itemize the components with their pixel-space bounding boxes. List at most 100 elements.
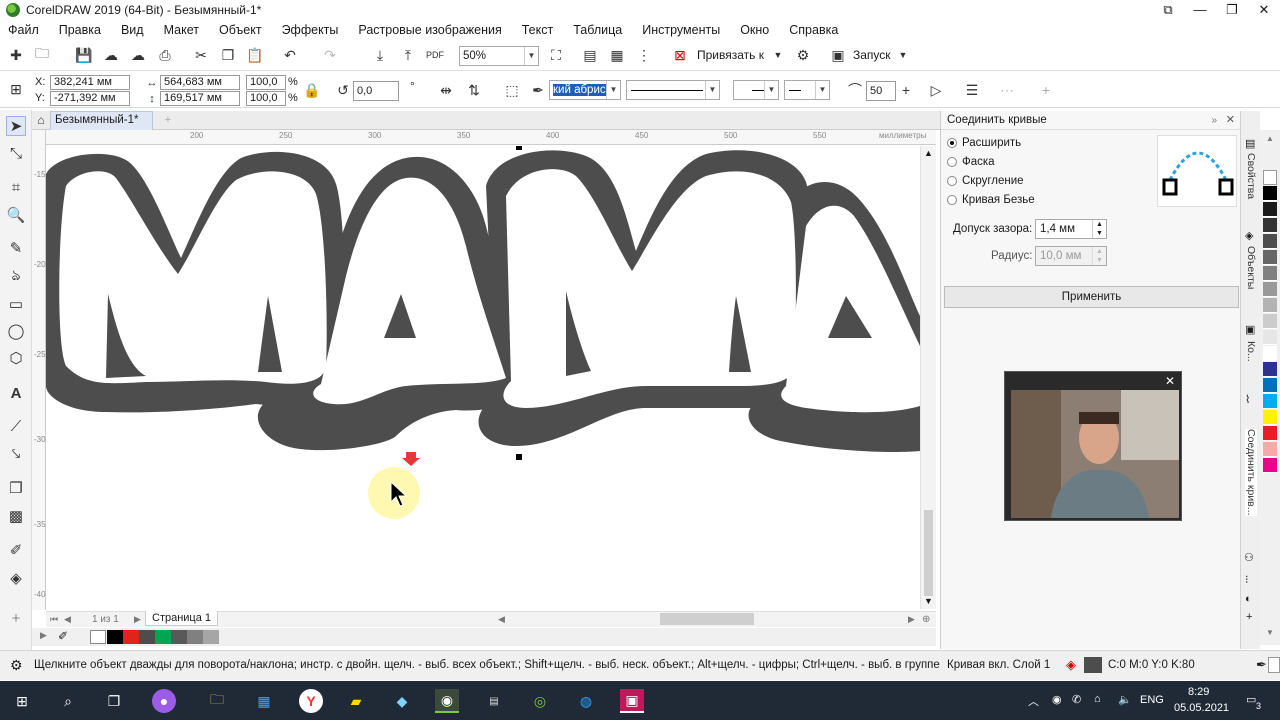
menu-layout[interactable]: Макет [164,23,211,37]
x-position-field[interactable]: 382,241 мм [50,75,130,90]
cloud-download-icon[interactable]: ☁ [128,45,148,65]
vertical-scrollbar[interactable]: ▲ ▼ [920,146,936,609]
tray-chevron-icon[interactable]: ︿ [1028,693,1039,709]
cut-icon[interactable]: ✂ [191,45,211,65]
guidelines-toggle-icon[interactable]: ⋮ [634,45,654,65]
palette-swatch[interactable] [1263,218,1277,233]
outline-swatch[interactable] [1268,657,1280,673]
apply-button[interactable]: Применить [944,286,1239,308]
properties-tab-icon[interactable]: ▤ [1245,137,1255,150]
page-tab[interactable]: Страница 1 [145,611,219,626]
menu-table[interactable]: Таблица [573,23,634,37]
outline-width-combo[interactable]: кий абрис ▼ [549,80,621,100]
palette-swatch[interactable] [1263,234,1277,249]
first-page-icon[interactable]: ⏮ [50,614,58,625]
menu-window[interactable]: Окно [740,23,781,37]
zoom-fit-icon[interactable]: ⛶ [546,45,566,65]
alice-assistant-icon[interactable]: ● [152,689,176,713]
document-tab[interactable]: Безымянный-1* [50,111,154,130]
clock-date[interactable]: 05.05.2021 [1174,702,1229,714]
palette-black[interactable] [1263,186,1277,201]
snap-off-icon[interactable]: ⊠ [670,45,690,65]
artistic-media-icon[interactable]: ঌ [6,266,26,286]
add-tool-icon[interactable]: + [6,608,26,628]
rulers-toggle-icon[interactable]: ▤ [580,45,600,65]
menu-help[interactable]: Справка [789,23,850,37]
grid-toggle-icon[interactable]: ▦ [607,45,627,65]
status-gear-icon[interactable]: ⚙ [10,657,23,674]
yandex-browser-icon[interactable]: Y [299,689,323,713]
viber-icon[interactable]: ✆ [1072,693,1081,706]
docker-close-icon[interactable]: ✕ [1226,111,1235,130]
interactive-fill-icon[interactable]: ◈ [6,568,26,588]
smoothing-field[interactable]: 50 [866,81,896,101]
scroll-down-icon[interactable]: ▼ [924,596,933,606]
chevron-down-icon[interactable]: ▼ [768,45,788,65]
y-position-field[interactable]: -271,392 мм [50,91,130,106]
app-icon-green[interactable]: ◎ [528,689,552,713]
palette-scroll-up-icon[interactable]: ▲ [1266,134,1274,143]
palette-swatch[interactable] [1263,298,1277,313]
option-chamfer[interactable]: Фаска [947,156,995,168]
join-tab-icon[interactable]: ⌇ [1245,393,1250,406]
zoom-combo[interactable]: 50% ▼ [459,46,539,66]
new-document-icon[interactable]: ✚ [6,45,26,65]
palette-swatch[interactable] [1263,442,1277,457]
tab-color[interactable]: Ко... [1245,341,1257,362]
menu-view[interactable]: Вид [121,23,156,37]
copy-icon[interactable]: ❐ [218,45,238,65]
fill-swatch[interactable] [1084,657,1102,673]
palette-swatch[interactable] [1263,378,1277,393]
swatch-light-gray[interactable] [203,630,219,644]
launch-label[interactable]: Запуск [853,48,891,62]
navigator-zoom-icon[interactable]: ⊕ [922,614,930,625]
task-view-icon[interactable]: ❐ [102,689,126,713]
mirror-vertical-icon[interactable]: ⇅ [464,80,484,100]
tab-join-curves[interactable]: Соединить крив... [1245,429,1257,516]
launch-app-icon[interactable]: ▣ [828,45,848,65]
clock-time[interactable]: 8:29 [1188,686,1209,698]
redo-icon[interactable]: ↷ [320,45,340,65]
polygon-tool-icon[interactable]: ⬡ [6,348,26,368]
add-docker-icon[interactable]: + [1246,611,1252,623]
menu-file[interactable]: Файл [8,23,51,37]
search-icon[interactable]: ⌕ [56,689,80,713]
windows-start-icon[interactable]: ⊞ [10,689,34,713]
swatch-black[interactable] [107,630,123,644]
tray-app-icon[interactable]: ◉ [1052,693,1062,706]
eyedropper-small-icon[interactable]: ✐ [58,629,68,643]
chevron-down-icon[interactable]: ▼ [893,45,913,65]
calculator-icon[interactable]: ▦ [252,689,276,713]
paste-icon[interactable]: 📋 [245,45,265,65]
object-origin-icon[interactable]: ⊞ [6,79,26,99]
webcam-close-icon[interactable]: ✕ [1165,374,1175,388]
screen-recorder-icon[interactable]: ▣ [620,689,644,713]
app-icon[interactable]: ◆ [390,689,414,713]
color-tab-icon[interactable]: ▣ [1245,323,1255,336]
shape-tool-icon[interactable]: ⤡ [6,143,26,163]
palette-tab-icon[interactable]: ◐ [1245,593,1252,605]
palette-swatch[interactable] [1263,314,1277,329]
export-icon[interactable]: ⤒ [398,45,418,65]
swatch-red[interactable] [123,630,139,644]
eyedropper-icon[interactable]: ✐ [6,540,26,560]
close-curve-icon[interactable]: ▷ [926,80,946,100]
minimize-button[interactable]: — [1184,0,1216,20]
drawing-canvas[interactable] [46,146,920,609]
volume-icon[interactable]: 🔈 [1118,693,1132,706]
undo-icon[interactable]: ↶ [280,45,300,65]
save-icon[interactable]: 💾 [74,45,94,65]
swatch-green[interactable] [155,630,171,644]
plus-icon[interactable]: + [896,80,916,100]
transparency-icon[interactable]: ▩ [6,506,26,526]
snap-to-label[interactable]: Привязать к [697,48,764,62]
scale-y-field[interactable]: 100,0 [246,91,286,106]
app-icon-blue[interactable]: ◍ [574,689,598,713]
import-icon[interactable]: ⤓ [370,45,390,65]
calendar-icon[interactable]: ▤ [482,689,506,713]
rotate-icon[interactable]: ↺ [333,80,353,100]
zoom-tool-icon[interactable]: 🔍 [6,205,26,225]
file-explorer-icon[interactable]: 🗀 [205,689,229,713]
spin-arrows-icon[interactable]: ▲ ▼ [1092,220,1106,238]
swatch-dark-gray[interactable] [139,630,155,644]
